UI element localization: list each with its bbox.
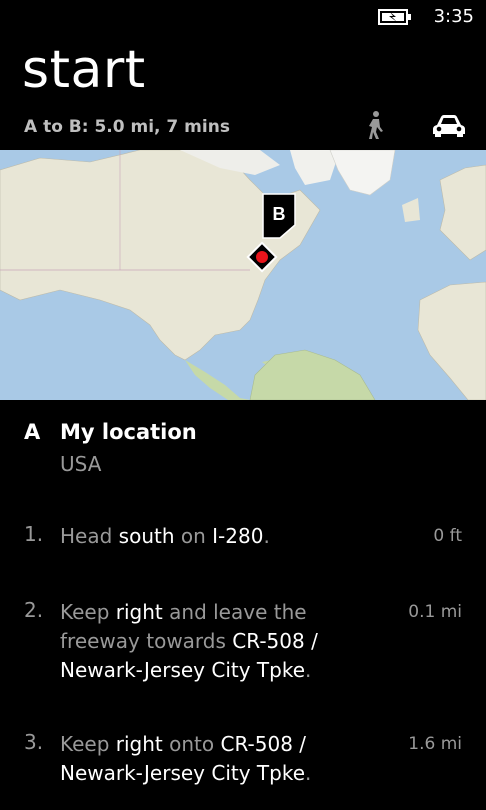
origin-entry[interactable]: A My location USA [0,418,486,488]
step-distance: 0 ft [433,526,462,546]
step-number: 2. [24,598,44,622]
origin-letter: A [24,420,41,444]
step-instruction: Keep right onto CR-508 / Newark-Jersey C… [60,732,312,785]
step-distance: 1.6 mi [408,734,462,754]
status-bar: 3:35 [0,0,486,34]
step-instruction: Head south on I-280. [60,524,270,548]
origin-country: USA [60,452,102,476]
step-number: 1. [24,522,44,546]
step-number: 3. [24,730,44,754]
origin-name: My location [60,420,197,444]
destination-pin-label: B [273,204,286,224]
page-title: start [22,40,146,100]
step-distance: 0.1 mi [408,602,462,622]
current-location-marker[interactable] [256,251,268,263]
step-instruction: Keep right and leave the freeway towards… [60,600,318,682]
map-canvas: B [0,150,486,400]
driving-mode-icon[interactable] [432,114,466,138]
walking-mode-icon[interactable] [364,110,386,140]
battery-charging-icon [378,9,411,25]
clock: 3:35 [433,6,474,27]
route-summary: A to B: 5.0 mi, 7 mins [24,117,230,137]
route-map[interactable]: B [0,150,486,400]
